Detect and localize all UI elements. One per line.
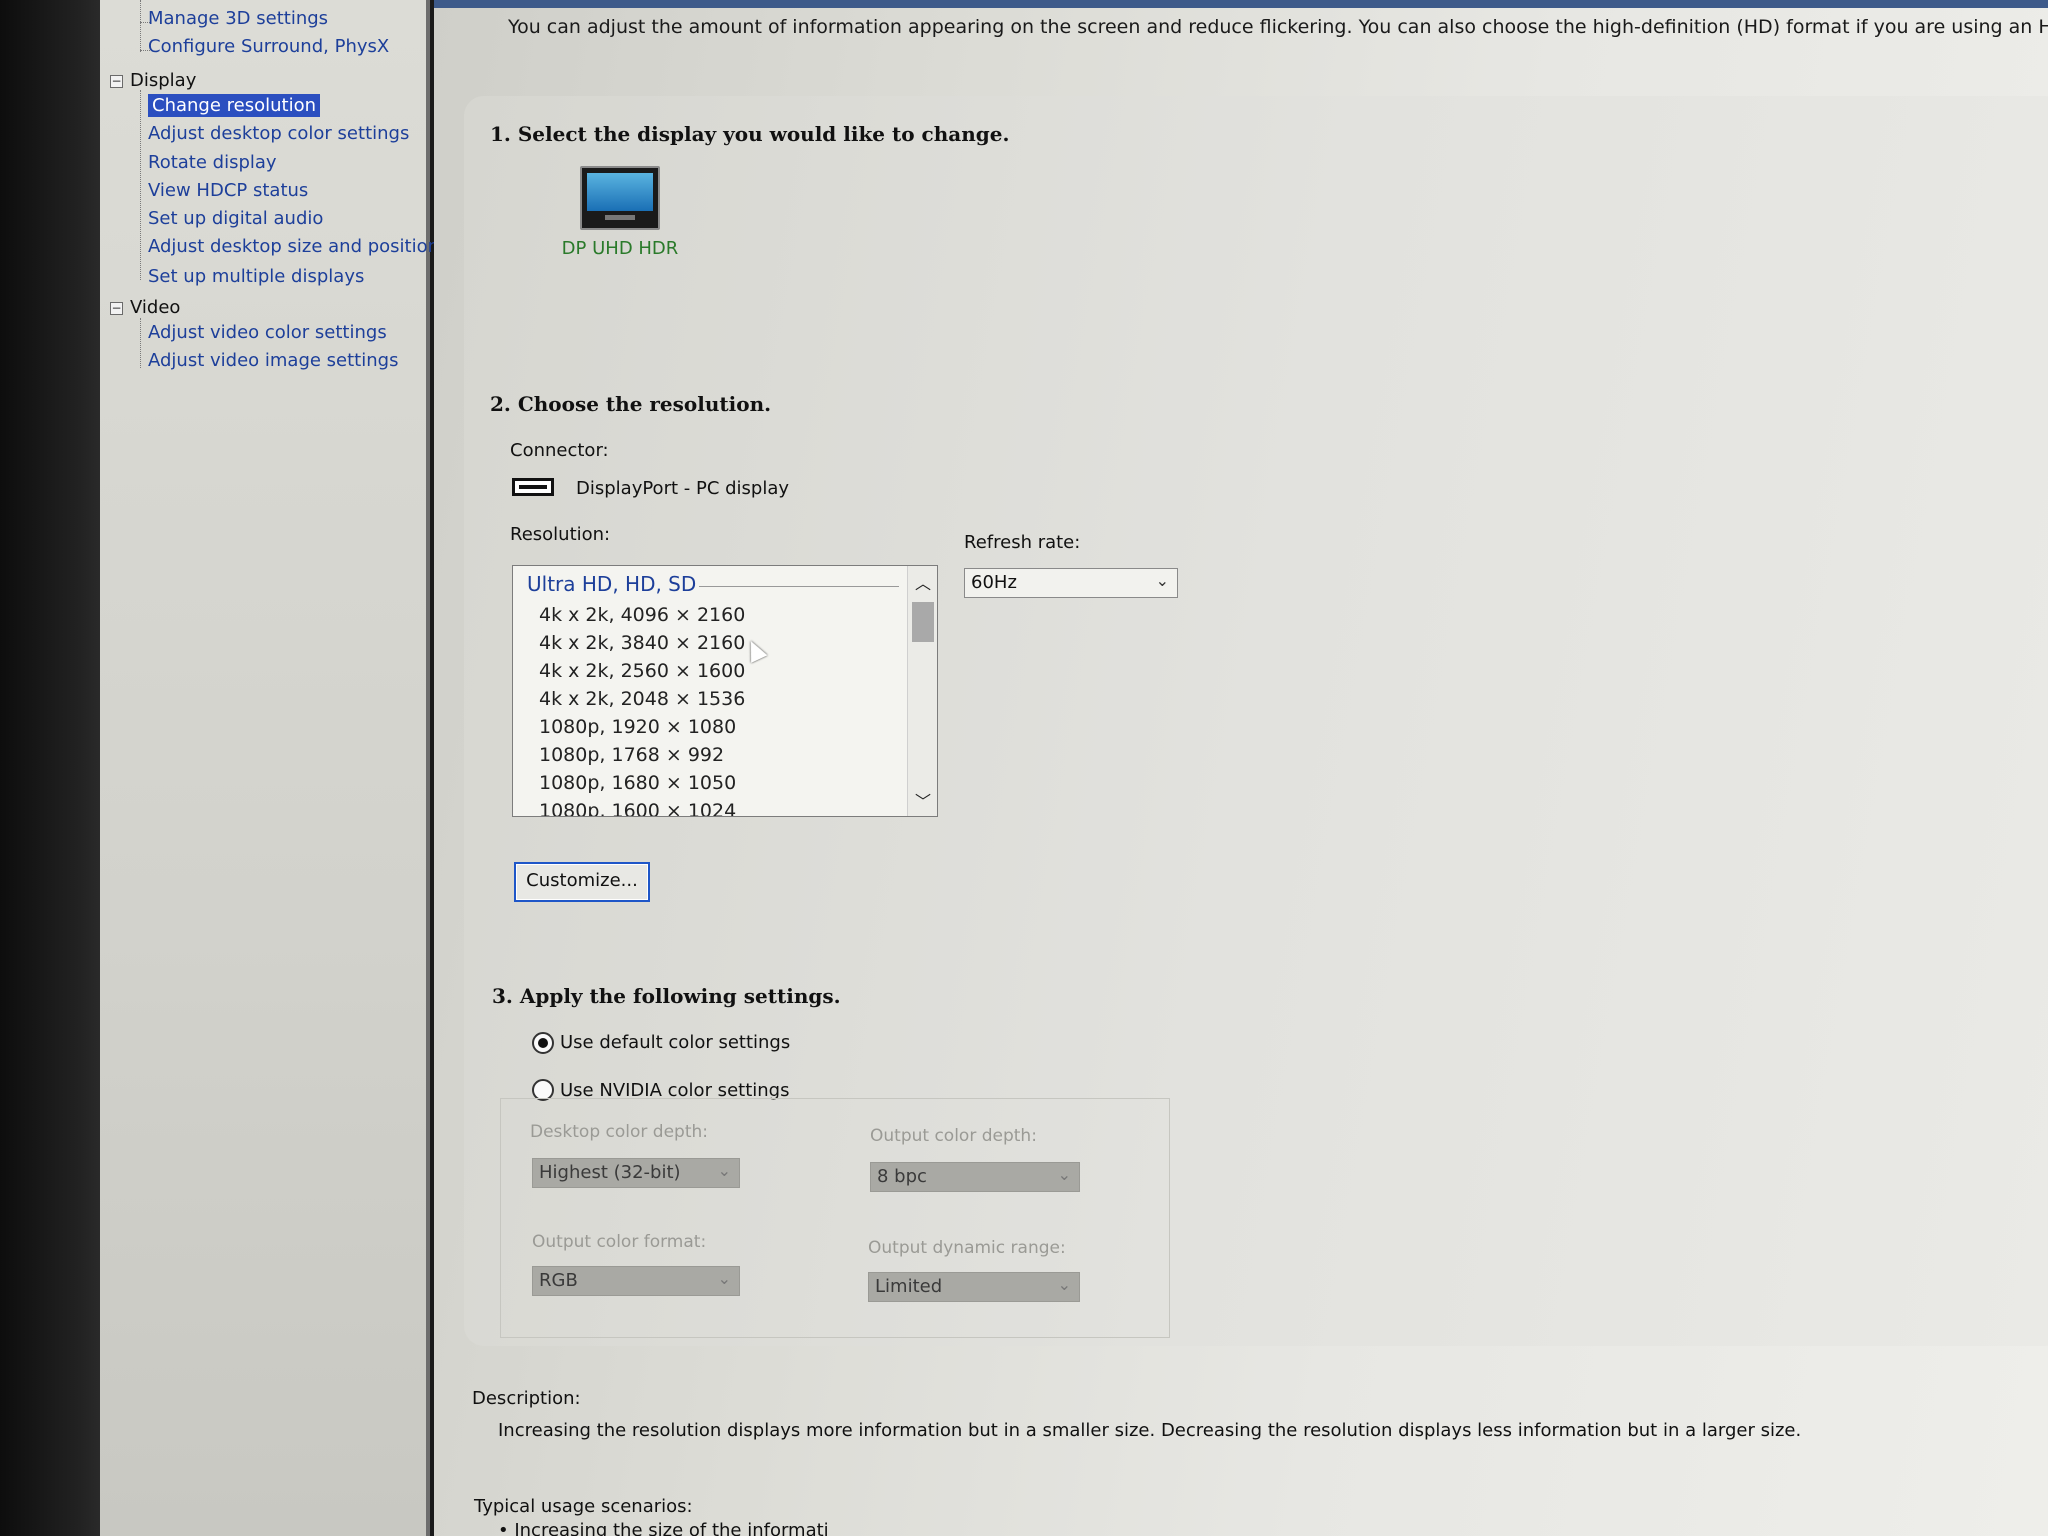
resolution-option[interactable]: 1080p, 1600 × 1024: [539, 800, 736, 816]
usage-item: • Increasing the size of the informati: [498, 1520, 829, 1536]
resolution-option[interactable]: 4k x 2k, 2048 × 1536: [539, 688, 745, 710]
connector-value: DisplayPort - PC display: [576, 478, 790, 499]
step1-title: 1. Select the display you would like to …: [490, 122, 1010, 146]
sidebar-item-video-image[interactable]: Adjust video image settings: [148, 350, 398, 371]
sidebar-item-view-hdcp-status[interactable]: View HDCP status: [148, 180, 308, 201]
resolution-label: Resolution:: [510, 524, 611, 545]
scroll-down-icon[interactable]: ﹀: [908, 788, 937, 814]
resolution-option[interactable]: 4k x 2k, 2560 × 1600: [539, 660, 745, 682]
sidebar-item-desktop-size-position[interactable]: Adjust desktop size and position: [148, 236, 439, 257]
description-label: Description:: [472, 1388, 581, 1409]
usage-label: Typical usage scenarios:: [474, 1496, 693, 1517]
step2-title: 2. Choose the resolution.: [490, 392, 772, 416]
header-bar: [434, 0, 2048, 8]
monitor-icon: [580, 166, 660, 230]
collapse-display-icon[interactable]: −: [110, 75, 123, 88]
display-selector-dp-uhd-hdr[interactable]: DP UHD HDR: [560, 166, 680, 259]
resolution-list[interactable]: Ultra HD, HD, SD 4k x 2k, 4096 × 2160 4k…: [512, 565, 938, 817]
resolution-group-header: Ultra HD, HD, SD: [527, 572, 697, 596]
output-dynamic-range-label: Output dynamic range:: [868, 1238, 1066, 1258]
resolution-option[interactable]: 1080p, 1920 × 1080: [539, 716, 736, 738]
resolution-option[interactable]: 1080p, 1768 × 992: [539, 744, 724, 766]
monitor-bezel: [0, 0, 100, 1536]
desktop-color-depth-dropdown: Highest (32-bit) ⌄: [532, 1158, 740, 1188]
sidebar-item-rotate-display[interactable]: Rotate display: [148, 152, 277, 173]
resolution-option[interactable]: 4k x 2k, 3840 × 2160: [539, 632, 745, 654]
displayport-icon: [512, 478, 554, 496]
tree-connector: [140, 318, 141, 368]
tree-connector: [140, 90, 141, 280]
sidebar-item-change-resolution[interactable]: Change resolution: [148, 94, 320, 117]
sidebar-item-manage-3d-settings[interactable]: Manage 3D settings: [148, 8, 328, 29]
refresh-rate-label: Refresh rate:: [964, 532, 1081, 553]
chevron-down-icon: ⌄: [1155, 571, 1169, 590]
refresh-rate-value: 60Hz: [971, 572, 1017, 593]
scroll-thumb[interactable]: [912, 602, 934, 642]
sidebar-item-adjust-desktop-color[interactable]: Adjust desktop color settings: [148, 123, 409, 144]
step3-title: 3. Apply the following settings.: [492, 984, 841, 1008]
sidebar-item-multiple-displays[interactable]: Set up multiple displays: [148, 266, 364, 287]
intro-text: You can adjust the amount of information…: [508, 16, 2048, 38]
display-name: DP UHD HDR: [561, 238, 679, 259]
resolution-option[interactable]: 4k x 2k, 4096 × 2160: [539, 604, 745, 626]
description-text: Increasing the resolution displays more …: [498, 1420, 1802, 1441]
chevron-down-icon: ⌄: [1057, 1275, 1071, 1294]
collapse-video-icon[interactable]: −: [110, 302, 123, 315]
connector-label: Connector:: [510, 440, 609, 461]
sidebar-category-display[interactable]: Display: [130, 70, 196, 91]
output-color-format-dropdown: RGB ⌄: [532, 1266, 740, 1296]
sidebar-category-video[interactable]: Video: [130, 297, 180, 318]
divider: [699, 586, 899, 587]
chevron-down-icon: ⌄: [717, 1161, 731, 1180]
navigation-tree: Manage 3D settings Configure Surround, P…: [100, 0, 439, 1536]
output-color-depth-label: Output color depth:: [870, 1126, 1037, 1146]
output-dynamic-range-dropdown: Limited ⌄: [868, 1272, 1080, 1302]
scroll-up-icon[interactable]: ︿: [908, 570, 937, 596]
refresh-rate-dropdown[interactable]: 60Hz ⌄: [964, 568, 1178, 598]
radio-default-color-label[interactable]: Use default color settings: [560, 1032, 790, 1053]
tree-connector: [140, 0, 141, 52]
output-color-depth-dropdown: 8 bpc ⌄: [870, 1162, 1080, 1192]
customize-button[interactable]: Customize...: [514, 862, 650, 902]
output-color-format-label: Output color format:: [532, 1232, 707, 1252]
sidebar-item-configure-surround-physx[interactable]: Configure Surround, PhysX: [148, 36, 389, 57]
resolution-option[interactable]: 1080p, 1680 × 1050: [539, 772, 736, 794]
chevron-down-icon: ⌄: [1057, 1165, 1071, 1184]
chevron-down-icon: ⌄: [717, 1269, 731, 1288]
desktop-color-depth-label: Desktop color depth:: [530, 1122, 708, 1142]
sidebar-item-video-color[interactable]: Adjust video color settings: [148, 322, 387, 343]
radio-default-color[interactable]: [532, 1032, 554, 1054]
resolution-scrollbar[interactable]: ︿ ﹀: [907, 566, 937, 816]
sidebar-item-digital-audio[interactable]: Set up digital audio: [148, 208, 323, 229]
